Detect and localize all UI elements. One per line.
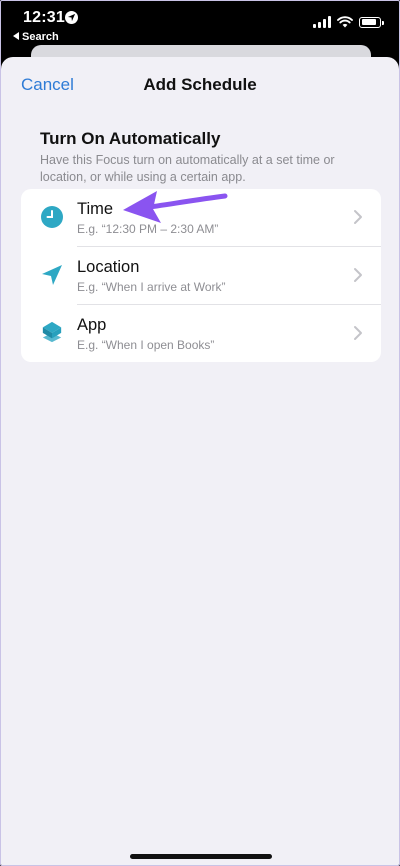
status-indicators (313, 15, 384, 29)
add-schedule-sheet: Cancel Add Schedule Turn On Automaticall… (1, 57, 399, 865)
option-location-example: E.g. “When I arrive at Work” (77, 280, 226, 294)
chevron-right-icon (354, 210, 362, 224)
option-app-example: E.g. “When I open Books” (77, 338, 215, 352)
option-time-label: Time (77, 200, 114, 218)
chevron-right-icon (354, 326, 362, 340)
location-arrow-icon (42, 265, 62, 285)
annotation-arrow-icon (123, 191, 228, 223)
section-description: Have this Focus turn on automatically at… (40, 153, 335, 184)
clock-icon (41, 206, 63, 228)
section-title: Turn On Automatically (40, 129, 221, 148)
status-bar: 12:31 Search (1, 1, 399, 47)
screen: 12:31 Search Cancel Add Schedule Turn On… (0, 0, 400, 866)
option-location-label: Location (77, 258, 140, 276)
back-link-label: Search (22, 31, 59, 43)
sheet-title: Add Schedule (143, 75, 257, 94)
option-location[interactable]: Location E.g. “When I arrive at Work” (21, 247, 381, 304)
app-stack-icon (42, 321, 62, 343)
status-time: 12:31 (23, 9, 65, 26)
battery-icon (359, 16, 384, 28)
wifi-icon (337, 16, 353, 28)
cellular-signal-icon (313, 16, 331, 28)
location-services-icon (65, 11, 78, 24)
back-triangle-icon (13, 32, 19, 40)
back-to-search-link[interactable]: Search (13, 31, 59, 43)
chevron-right-icon (354, 268, 362, 282)
sheet-nav-bar: Cancel Add Schedule (1, 57, 399, 111)
home-indicator[interactable] (130, 854, 272, 859)
option-app[interactable]: App E.g. “When I open Books” (21, 305, 381, 362)
option-app-label: App (77, 316, 107, 334)
